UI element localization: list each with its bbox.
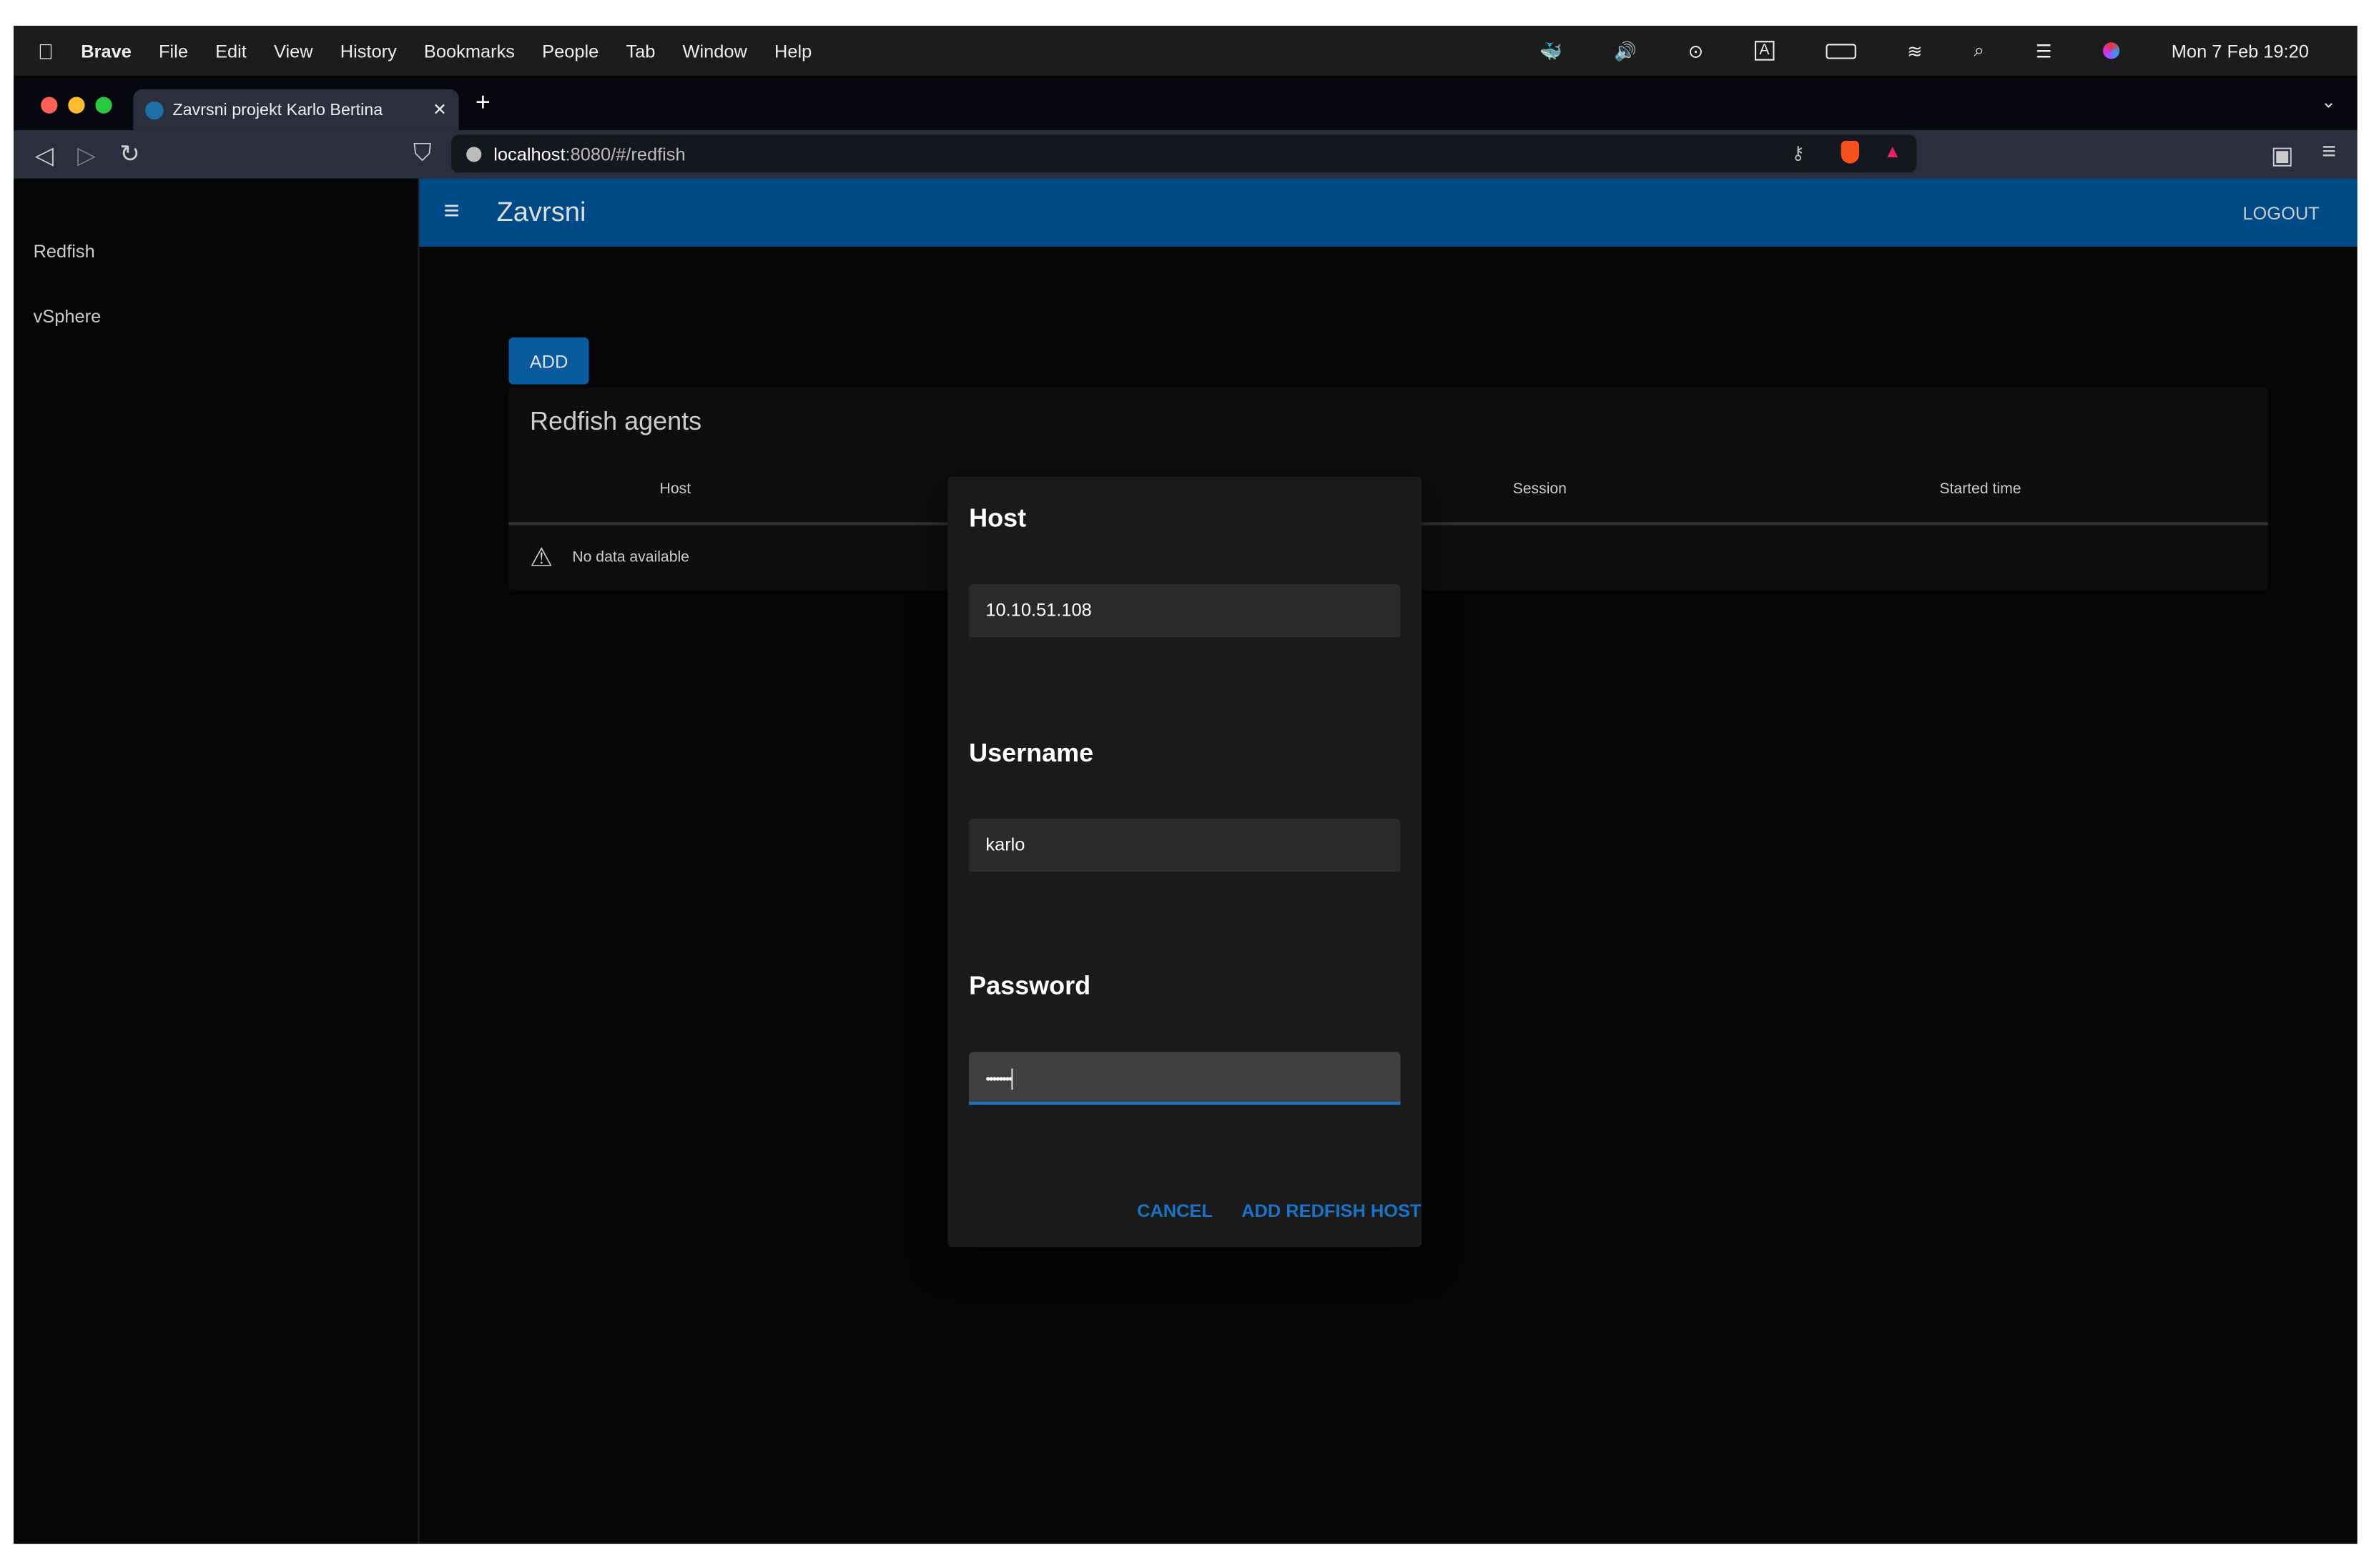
username-input[interactable]: karlo xyxy=(969,819,1401,872)
site-info-icon[interactable] xyxy=(466,146,482,162)
empty-state-text: No data available xyxy=(572,549,689,566)
brave-rewards-icon[interactable]: ▲ xyxy=(1883,141,1901,162)
close-window-button[interactable] xyxy=(41,97,58,114)
menu-app[interactable]: Brave xyxy=(81,40,132,61)
host-label: Host xyxy=(969,503,1027,533)
column-header-host[interactable]: Host xyxy=(660,481,691,498)
menu-file[interactable]: File xyxy=(159,40,188,61)
add-button[interactable]: ADD xyxy=(508,337,589,385)
card-title: Redfish agents xyxy=(530,407,702,436)
minimize-window-button[interactable] xyxy=(68,97,85,114)
control-center-icon[interactable]: ☰ xyxy=(2036,40,2052,61)
bookmark-icon[interactable]: ⛉ xyxy=(413,141,431,168)
menu-history[interactable]: History xyxy=(340,40,397,61)
clock: Mon 7 Feb 19:20 xyxy=(2171,40,2309,61)
tab-close-icon[interactable]: ✕ xyxy=(433,100,447,119)
wifi-icon[interactable]: ≋ xyxy=(1907,40,1922,61)
new-tab-button[interactable]: + xyxy=(476,88,491,118)
app-bar: ≡ Zavrsni LOGOUT xyxy=(419,178,2358,247)
text-cursor xyxy=(1011,1068,1013,1090)
password-input[interactable]: •••••••• xyxy=(969,1052,1401,1105)
reload-icon[interactable]: ↻ xyxy=(119,139,139,169)
input-source-icon[interactable]: A xyxy=(1755,41,1774,61)
tab-title: Zavrsni projekt Karlo Bertina xyxy=(172,100,383,119)
menu-people[interactable]: People xyxy=(542,40,599,61)
username-label: Username xyxy=(969,738,1094,768)
host-input[interactable]: 10.10.51.108 xyxy=(969,584,1401,638)
back-icon[interactable]: ◁ xyxy=(35,141,54,171)
favicon-icon xyxy=(145,100,164,119)
zoom-window-button[interactable] xyxy=(95,97,112,114)
macos-menubar:  Brave File Edit View History Bookmarks… xyxy=(14,25,2358,76)
address-bar[interactable]: localhost:8080/#/redfish ⚷ ▲ xyxy=(450,134,1917,173)
menu-view[interactable]: View xyxy=(274,40,313,61)
sidebar: Redfish vSphere xyxy=(14,178,420,1544)
search-icon[interactable]: ⌕ xyxy=(1974,39,1984,62)
browser-menu-icon[interactable]: ≡ xyxy=(2322,139,2336,167)
logout-button[interactable]: LOGOUT xyxy=(2242,203,2319,225)
battery-icon[interactable] xyxy=(1825,43,1856,59)
tab-strip: Zavrsni projekt Karlo Bertina ✕ + ⌄ xyxy=(14,79,2358,131)
menu-edit[interactable]: Edit xyxy=(215,40,247,61)
browser-toolbar: ◁ ▷ ↻ ⛉ localhost:8080/#/redfish ⚷ ▲ ▣ ≡ xyxy=(14,130,2358,179)
apple-icon[interactable]:  xyxy=(38,39,54,63)
add-redfish-host-button[interactable]: ADD REDFISH HOST xyxy=(1241,1200,1421,1222)
column-header-started-time[interactable]: Started time xyxy=(1939,481,2021,498)
siri-icon[interactable] xyxy=(2103,42,2120,59)
play-icon[interactable]: ⊙ xyxy=(1688,40,1703,61)
key-icon[interactable]: ⚷ xyxy=(1791,142,1805,164)
menu-window[interactable]: Window xyxy=(682,40,747,61)
browser-tab[interactable]: Zavrsni projekt Karlo Bertina ✕ xyxy=(133,89,459,131)
brave-shields-icon[interactable] xyxy=(1841,140,1860,164)
docker-icon[interactable]: 🐳 xyxy=(1540,40,1562,61)
volume-icon[interactable]: 🔊 xyxy=(1614,40,1637,61)
password-value: •••••••• xyxy=(985,1071,1013,1087)
menu-tab[interactable]: Tab xyxy=(626,40,655,61)
cancel-button[interactable]: CANCEL xyxy=(1137,1200,1213,1222)
hamburger-menu-icon[interactable]: ≡ xyxy=(443,195,459,227)
wallet-icon[interactable]: ▣ xyxy=(2271,141,2294,171)
sidebar-item-vsphere[interactable]: vSphere xyxy=(34,306,102,327)
sidebar-item-redfish[interactable]: Redfish xyxy=(34,241,95,262)
menu-bookmarks[interactable]: Bookmarks xyxy=(424,40,515,61)
tab-list-chevron-icon[interactable]: ⌄ xyxy=(2321,91,2336,112)
screen:  Brave File Edit View History Bookmarks… xyxy=(14,25,2358,1544)
url-path: :8080/#/redfish xyxy=(565,143,686,164)
add-redfish-host-dialog: Host 10.10.51.108 Username karlo Passwor… xyxy=(947,476,1422,1248)
password-label: Password xyxy=(969,971,1091,1001)
url-host: localhost xyxy=(493,143,566,164)
forward-icon[interactable]: ▷ xyxy=(77,141,96,171)
menu-help[interactable]: Help xyxy=(774,40,812,61)
column-header-session[interactable]: Session xyxy=(1513,481,1567,498)
warning-icon: ⚠ xyxy=(530,543,553,573)
app-title: Zavrsni xyxy=(496,197,586,227)
